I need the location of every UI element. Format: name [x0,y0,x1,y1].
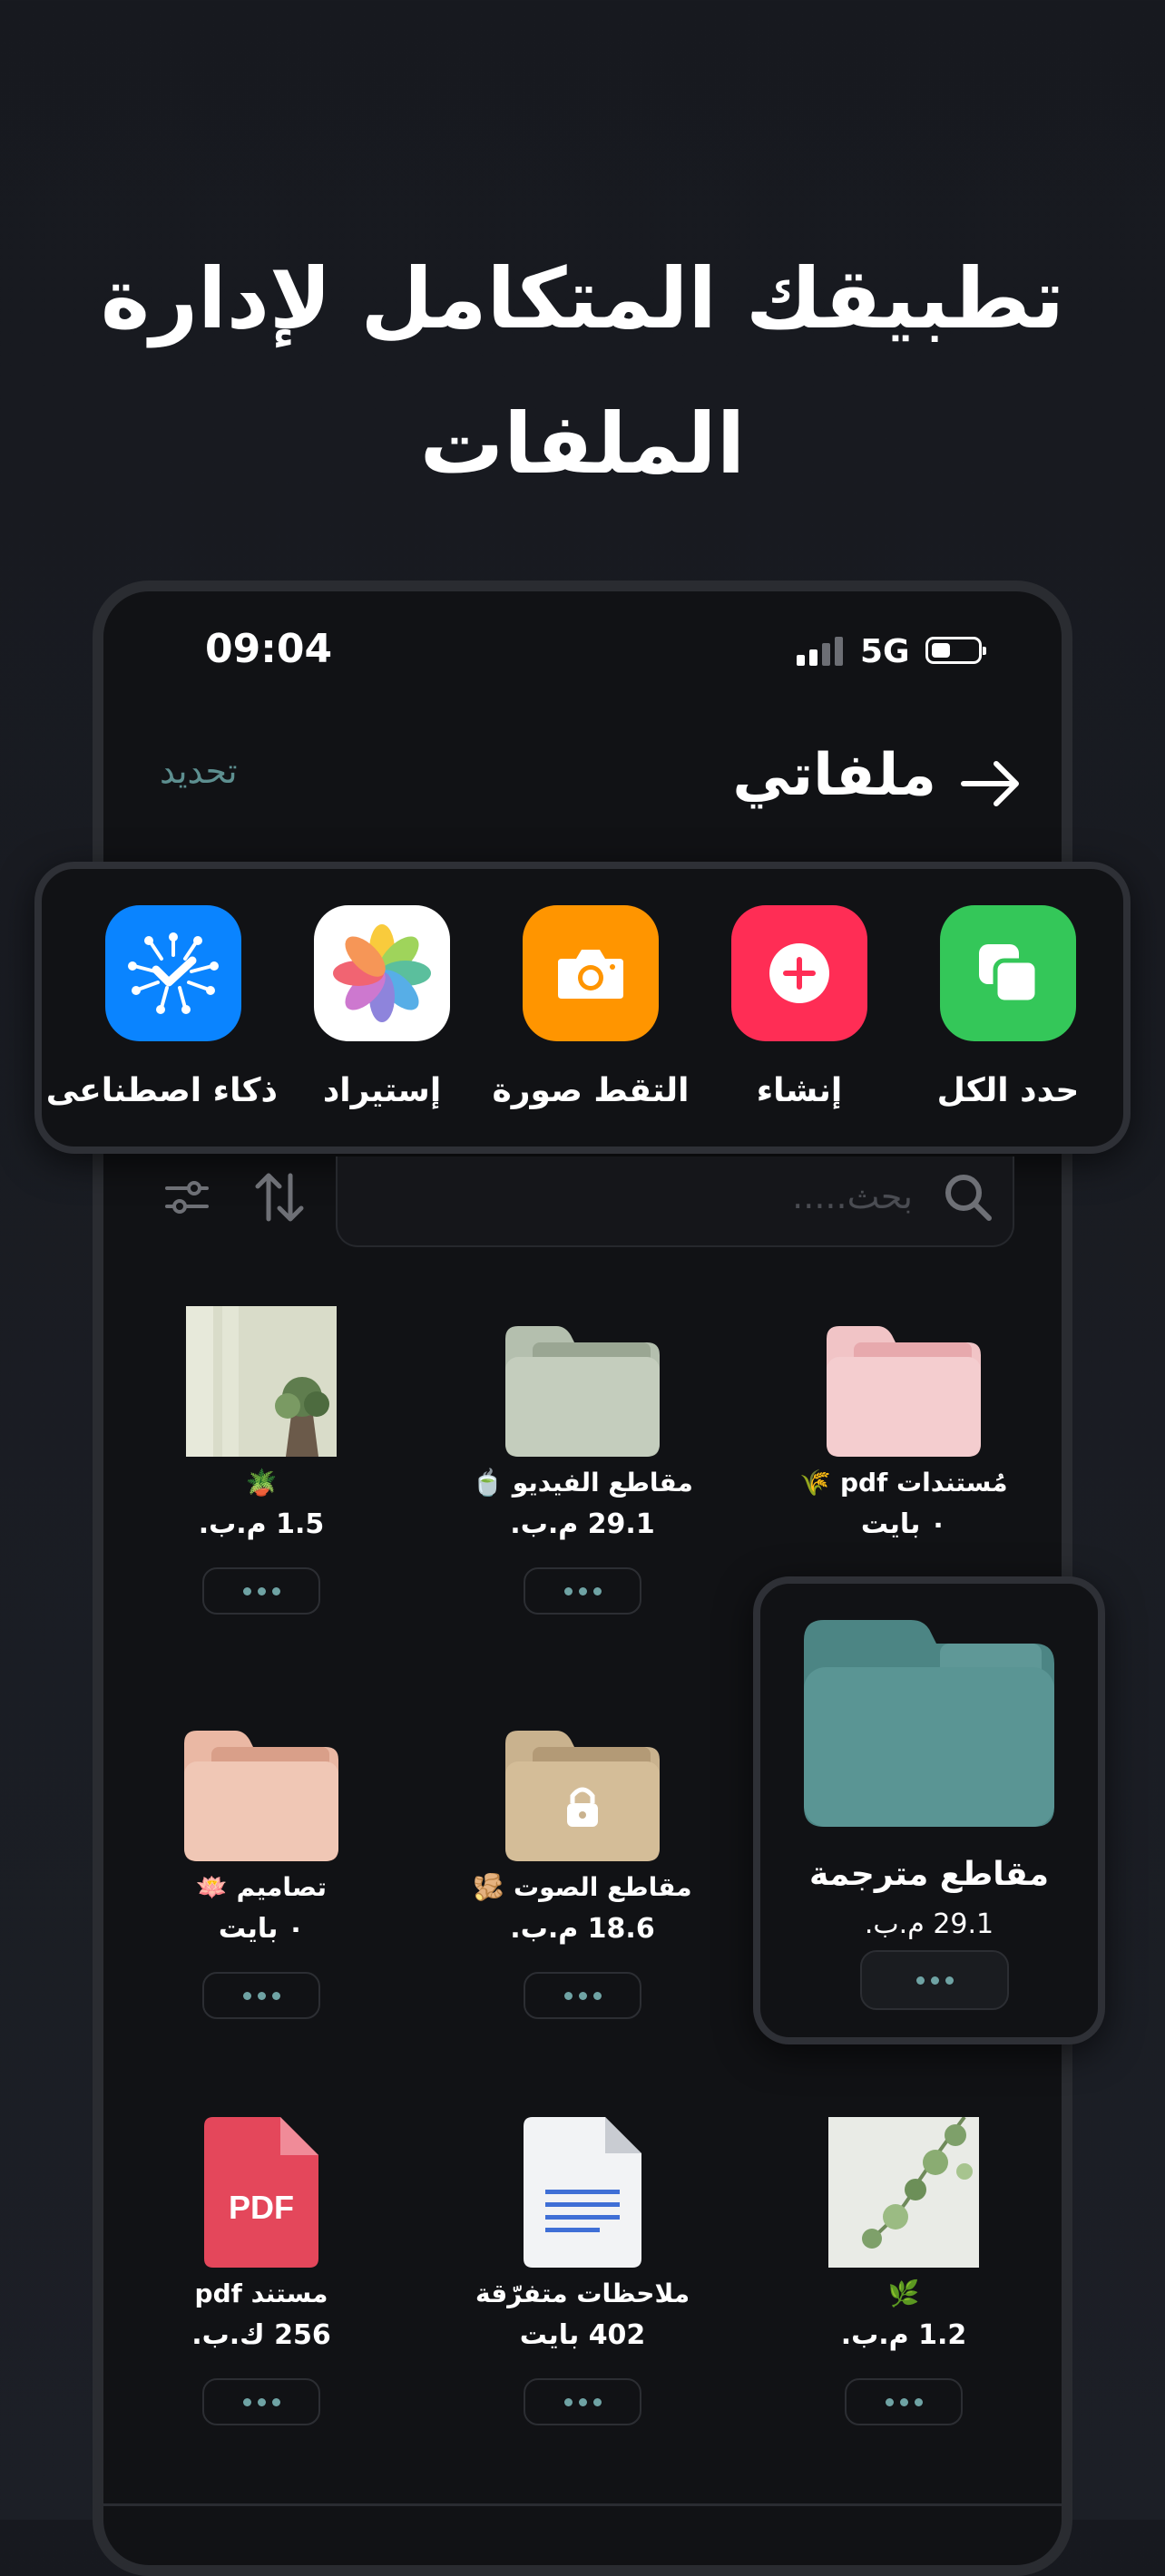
featured-folder-name: مقاطع مترجمة [808,1856,1050,1893]
file-name: مُستندات pdf 🌾 [799,1468,1008,1498]
more-button[interactable] [202,2378,320,2425]
search-placeholder: بحث..... [792,1176,913,1216]
document-icon [465,2113,700,2268]
svg-text:PDF: PDF [229,2189,294,2226]
select-link[interactable]: تحديد [160,751,238,791]
file-size: 18.6 م.ب. [510,1913,655,1945]
file-name: ملاحظات متفرّقة [475,2278,690,2308]
file-item[interactable]: مقاطع الفيديو 🍵 29.1 م.ب. [465,1303,700,1615]
signal-icon [797,637,844,666]
file-name: مقاطع الفيديو 🍵 [472,1468,693,1498]
file-name: مقاطع الصوت 🫚 [473,1872,692,1902]
quick-actions-bar: حدد الكل إنشاء التقط صورة إستيراد ذكاء ا… [34,862,1131,1154]
promo-headline-line2: الملفات [419,395,746,493]
more-button[interactable] [524,2378,641,2425]
photo-thumbnail [143,1303,379,1457]
arrow-right-icon[interactable] [960,756,1023,811]
more-button[interactable] [202,1972,320,2019]
photos-icon [314,905,450,1041]
file-size: 1.5 م.ب. [198,1508,325,1540]
action-create-label: إنشاء [756,1072,843,1109]
folder-icon [804,1620,1054,1827]
more-button[interactable] [524,1567,641,1615]
action-take-photo-label: التقط صورة [492,1072,690,1109]
more-button[interactable] [202,1567,320,1615]
file-size: ٠ بايت [218,1913,305,1945]
file-item[interactable]: 🌿 1.2 م.ب. [786,2113,1022,2425]
file-item[interactable]: مُستندات pdf 🌾 ٠ بايت [786,1303,1022,1540]
folder-icon [465,1303,700,1457]
file-size: 1.2 م.ب. [840,2319,967,2351]
file-size: 256 ك.ب. [191,2319,331,2351]
filter-icon[interactable] [163,1176,210,1219]
camera-icon [523,905,659,1041]
locked-folder-icon [465,1707,700,1861]
search-icon [945,1175,992,1221]
divider [93,2503,1072,2506]
file-name: تصاميم 🪷 [196,1872,327,1902]
file-size: ٠ بايت [860,1508,947,1540]
plus-circle-icon [731,905,867,1041]
status-time: 09:04 [205,626,333,672]
file-item[interactable]: ملاحظات متفرّقة 402 بايت [465,2113,700,2425]
pdf-icon: PDF [143,2113,379,2268]
action-take-photo[interactable]: التقط صورة [486,905,695,1109]
file-item[interactable]: PDF مستند pdf 256 ك.ب. [143,2113,379,2425]
action-select-all-label: حدد الكل [936,1072,1080,1109]
network-label: 5G [860,633,910,670]
sort-icon[interactable] [254,1170,305,1225]
file-size: 29.1 م.ب. [510,1508,655,1540]
promo-headline: تطبيقك المتكامل لإدارة الملفات [0,227,1165,517]
more-button[interactable] [860,1950,1009,2010]
file-name: 🌿 [887,2278,920,2308]
folder-icon [143,1707,379,1861]
photo-thumbnail [786,2113,1022,2268]
file-item[interactable]: تصاميم 🪷 ٠ بايت [143,1707,379,2019]
file-size: 402 بايت [519,2319,646,2351]
action-select-all[interactable]: حدد الكل [904,905,1112,1109]
featured-folder-card[interactable]: مقاطع مترجمة 29.1 م.ب. [753,1576,1105,2044]
file-name: 🪴 [245,1468,278,1498]
featured-folder-size: 29.1 م.ب. [864,1908,994,1940]
action-ai[interactable]: ذكاء اصطناعى [45,905,278,1109]
more-button[interactable] [845,2378,963,2425]
file-item[interactable]: 🪴 1.5 م.ب. [143,1303,379,1615]
search-input[interactable]: بحث..... [336,1156,1014,1247]
battery-icon [925,637,986,664]
action-ai-label: ذكاء اصطناعى [45,1072,278,1109]
ai-chip-icon [105,905,241,1041]
file-item[interactable]: مقاطع الصوت 🫚 18.6 م.ب. [465,1707,700,2019]
action-create[interactable]: إنشاء [695,905,904,1109]
copy-icon [940,905,1076,1041]
file-name: مستند pdf [194,2278,328,2308]
action-import[interactable]: إستيراد [278,905,486,1109]
promo-headline-line1: تطبيقك المتكامل لإدارة [100,250,1065,347]
action-import-label: إستيراد [322,1072,442,1109]
page-title: ملفاتي [732,742,936,809]
more-button[interactable] [524,1972,641,2019]
folder-icon [786,1303,1022,1457]
